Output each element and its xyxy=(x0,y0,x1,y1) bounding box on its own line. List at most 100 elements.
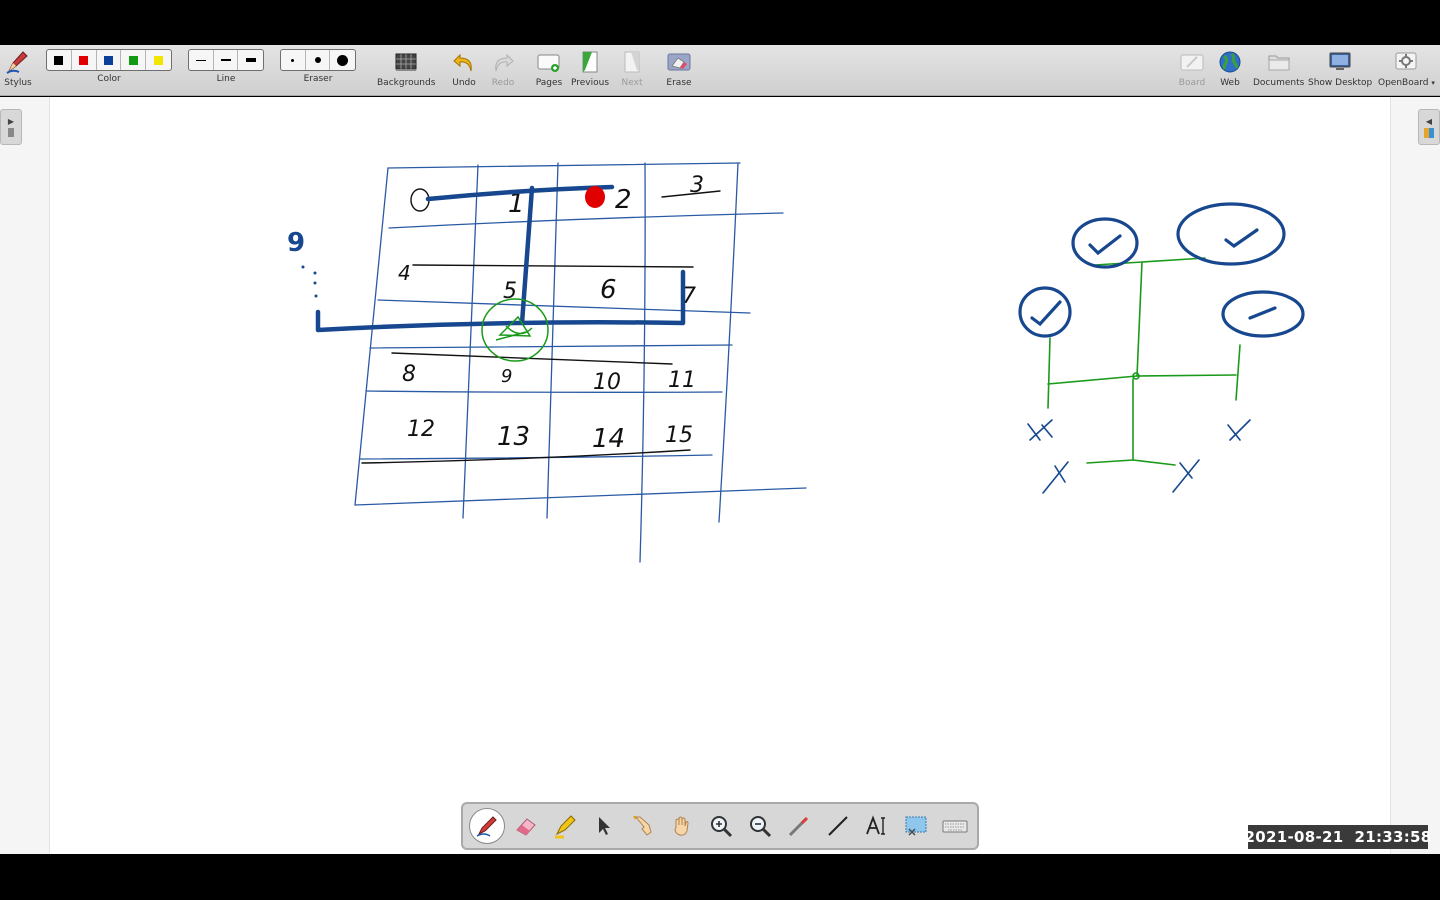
undo-button[interactable]: Undo xyxy=(450,49,478,88)
left-palette-toggle[interactable]: ▶ xyxy=(0,109,22,145)
erase-icon xyxy=(665,49,693,75)
zoom-in-icon xyxy=(711,816,733,838)
color-label: Color xyxy=(97,74,121,84)
highlighter-icon xyxy=(555,815,576,839)
previous-label: Previous xyxy=(571,78,610,88)
pen-tool-button[interactable] xyxy=(469,808,505,844)
openboard-menu-button[interactable]: OpenBoard ▾ xyxy=(1378,49,1435,88)
stylus-icon xyxy=(4,49,32,75)
laser-pointer-icon xyxy=(788,816,809,837)
zoom-out-tool-button[interactable] xyxy=(742,808,778,844)
globe-icon xyxy=(1216,49,1244,75)
hand-tool-button[interactable] xyxy=(664,808,700,844)
stylus-label: Stylus xyxy=(4,78,32,88)
backgrounds-button[interactable]: Backgrounds xyxy=(377,49,435,88)
color-red-swatch xyxy=(79,55,89,65)
color-blue-swatch xyxy=(103,55,113,65)
eraser-medium[interactable] xyxy=(306,50,331,70)
expand-right-icon: ▶ xyxy=(7,117,15,126)
keyboard-tool-button[interactable] xyxy=(937,808,973,844)
redo-button[interactable]: Redo xyxy=(489,49,517,88)
pages-button[interactable]: Pages xyxy=(535,49,563,88)
next-label: Next xyxy=(621,78,643,88)
board-label: Board xyxy=(1178,78,1206,88)
documents-button[interactable]: Documents xyxy=(1253,49,1304,88)
documents-label: Documents xyxy=(1253,78,1305,88)
erase-button[interactable]: Erase xyxy=(665,49,693,88)
capture-tool-button[interactable] xyxy=(898,808,934,844)
openboard-label: OpenBoard ▾ xyxy=(1378,78,1435,88)
left-palette-edge: ▶ xyxy=(0,97,50,854)
line-width-selector: Line xyxy=(188,49,264,84)
eraser-size-selector: Eraser xyxy=(280,49,356,84)
right-palette-toggle[interactable]: ◀ xyxy=(1418,109,1440,145)
whiteboard-canvas[interactable] xyxy=(50,97,1390,854)
undo-icon xyxy=(450,49,478,75)
color-red[interactable] xyxy=(72,50,97,70)
color-black[interactable] xyxy=(47,50,72,70)
line-thick[interactable] xyxy=(238,50,263,70)
board-icon xyxy=(1178,49,1206,75)
erase-label: Erase xyxy=(666,78,692,88)
interactor-tool-button[interactable] xyxy=(625,808,661,844)
laser-pointer-tool-button[interactable] xyxy=(781,808,817,844)
color-green-swatch xyxy=(128,55,138,65)
add-page-icon xyxy=(535,49,563,75)
hand-icon xyxy=(674,816,689,836)
web-label: Web xyxy=(1220,78,1240,88)
line-tool-button[interactable] xyxy=(820,808,856,844)
stylus-button[interactable]: Stylus xyxy=(4,49,32,88)
line-icon xyxy=(828,816,848,836)
pointing-hand-icon xyxy=(633,815,652,836)
eraser-tool-button[interactable] xyxy=(508,808,544,844)
color-blue[interactable] xyxy=(97,50,122,70)
text-icon xyxy=(866,815,885,835)
eraser-label: Eraser xyxy=(303,74,333,84)
library-mini-icon xyxy=(1424,127,1434,138)
previous-page-icon xyxy=(576,49,604,75)
backgrounds-icon xyxy=(392,49,420,75)
expand-left-icon: ◀ xyxy=(1425,116,1433,126)
color-yellow-swatch xyxy=(154,55,164,65)
eraser-small[interactable] xyxy=(281,50,306,70)
text-tool-button[interactable] xyxy=(859,808,895,844)
previous-page-button[interactable]: Previous xyxy=(571,49,609,88)
chevron-down-icon: ▾ xyxy=(1431,79,1435,87)
pen-icon xyxy=(476,816,497,837)
main-toolbar: Stylus Color Line Eraser Backgrounds Und… xyxy=(0,45,1440,96)
redo-label: Redo xyxy=(491,78,515,88)
zoom-in-tool-button[interactable] xyxy=(703,808,739,844)
pages-label: Pages xyxy=(535,78,563,88)
backgrounds-label: Backgrounds xyxy=(377,78,436,88)
selector-tool-button[interactable] xyxy=(586,808,622,844)
board-button[interactable]: Board xyxy=(1178,49,1206,88)
recording-timestamp: 2021-08-21 21:33:58 xyxy=(1245,825,1431,849)
color-yellow[interactable] xyxy=(146,50,171,70)
openboard-window: Stylus Color Line Eraser Backgrounds Und… xyxy=(0,0,1440,900)
folder-icon xyxy=(1265,49,1293,75)
line-thin[interactable] xyxy=(189,50,214,70)
show-desktop-button[interactable]: Show Desktop xyxy=(1308,49,1372,88)
next-page-button[interactable]: Next xyxy=(618,49,646,88)
zoom-out-icon xyxy=(750,816,772,838)
line-medium[interactable] xyxy=(214,50,239,70)
next-page-icon xyxy=(618,49,646,75)
redo-icon xyxy=(489,49,517,75)
line-label: Line xyxy=(216,74,236,84)
color-black-swatch xyxy=(54,55,64,65)
web-button[interactable]: Web xyxy=(1216,49,1244,88)
show-desktop-label: Show Desktop xyxy=(1308,78,1373,88)
right-palette-edge: ◀ xyxy=(1390,97,1440,854)
eraser-icon xyxy=(516,818,536,836)
openboard-label-text: OpenBoard xyxy=(1378,78,1429,88)
color-selector: Color xyxy=(46,49,172,84)
desktop-icon xyxy=(1326,49,1354,75)
eraser-large[interactable] xyxy=(330,50,355,70)
cursor-arrow-icon xyxy=(599,817,610,835)
pages-mini-icon xyxy=(8,128,14,137)
keyboard-icon xyxy=(942,820,968,833)
stylus-palette xyxy=(461,802,979,850)
gear-icon xyxy=(1392,49,1420,75)
color-green[interactable] xyxy=(121,50,147,70)
highlighter-tool-button[interactable] xyxy=(547,808,583,844)
